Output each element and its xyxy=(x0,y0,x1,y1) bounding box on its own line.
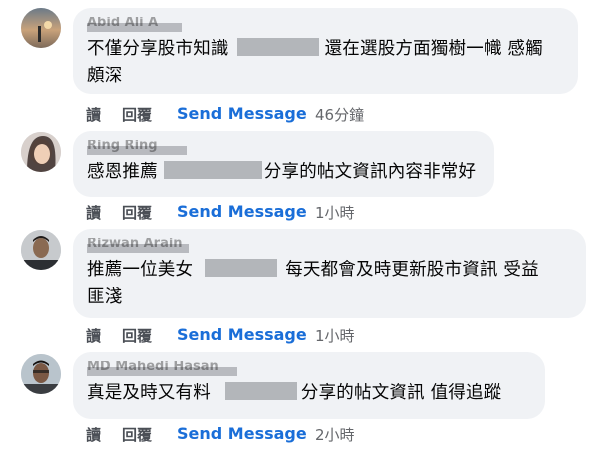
comment-text: 不僅分享股市知識 還在選股方面獨樹一幟 感觸 頗深 xyxy=(87,38,543,86)
avatar[interactable] xyxy=(21,354,61,394)
like-link[interactable]: 讀 xyxy=(86,202,101,223)
comment-text: 真是及時又有料 分享的帖文資訊 值得追蹤 xyxy=(87,382,502,403)
send-message-link[interactable]: Send Message xyxy=(177,325,307,344)
avatar[interactable] xyxy=(21,230,61,270)
send-message-link[interactable]: Send Message xyxy=(177,424,307,443)
commenter-name[interactable]: Ring Ring xyxy=(87,140,480,159)
reply-link[interactable]: 回覆 xyxy=(122,104,152,125)
comment-text: 推薦一位美女 每天都會及時更新股市資訊 受益 匪淺 xyxy=(87,259,539,307)
commenter-name[interactable]: Rizwan Arain xyxy=(87,238,572,257)
avatar[interactable] xyxy=(21,8,61,48)
redacted-mention xyxy=(205,259,278,277)
comment-text: 感恩推薦 分享的帖文資訊內容非常好 xyxy=(87,161,477,182)
like-link[interactable]: 讀 xyxy=(86,325,101,346)
reply-link[interactable]: 回覆 xyxy=(122,424,152,445)
redacted-mention xyxy=(236,38,319,56)
comment-timestamp[interactable]: 1小時 xyxy=(315,325,355,346)
like-link[interactable]: 讀 xyxy=(86,104,101,125)
comment-bubble: Abid Ali A 不僅分享股市知識 還在選股方面獨樹一幟 感觸 頗深 xyxy=(73,8,578,94)
comment-bubble: MD Mahedi Hasan 真是及時又有料 分享的帖文資訊 值得追蹤 xyxy=(73,352,545,419)
send-message-link[interactable]: Send Message xyxy=(177,104,307,123)
comment-bubble: Ring Ring 感恩推薦 分享的帖文資訊內容非常好 xyxy=(73,131,494,197)
comment-timestamp[interactable]: 2小時 xyxy=(315,424,355,445)
comment-timestamp[interactable]: 46分鐘 xyxy=(315,104,364,125)
commenter-name[interactable]: Abid Ali A xyxy=(87,17,564,36)
redacted-mention xyxy=(163,161,262,179)
like-link[interactable]: 讀 xyxy=(86,424,101,445)
comment-timestamp[interactable]: 1小時 xyxy=(315,202,355,223)
reply-link[interactable]: 回覆 xyxy=(122,325,152,346)
send-message-link[interactable]: Send Message xyxy=(177,202,307,221)
comment-bubble: Rizwan Arain 推薦一位美女 每天都會及時更新股市資訊 受益 匪淺 xyxy=(73,229,586,318)
reply-link[interactable]: 回覆 xyxy=(122,202,152,223)
avatar[interactable] xyxy=(21,132,61,172)
redacted-mention xyxy=(224,382,297,400)
commenter-name[interactable]: MD Mahedi Hasan xyxy=(87,361,531,380)
